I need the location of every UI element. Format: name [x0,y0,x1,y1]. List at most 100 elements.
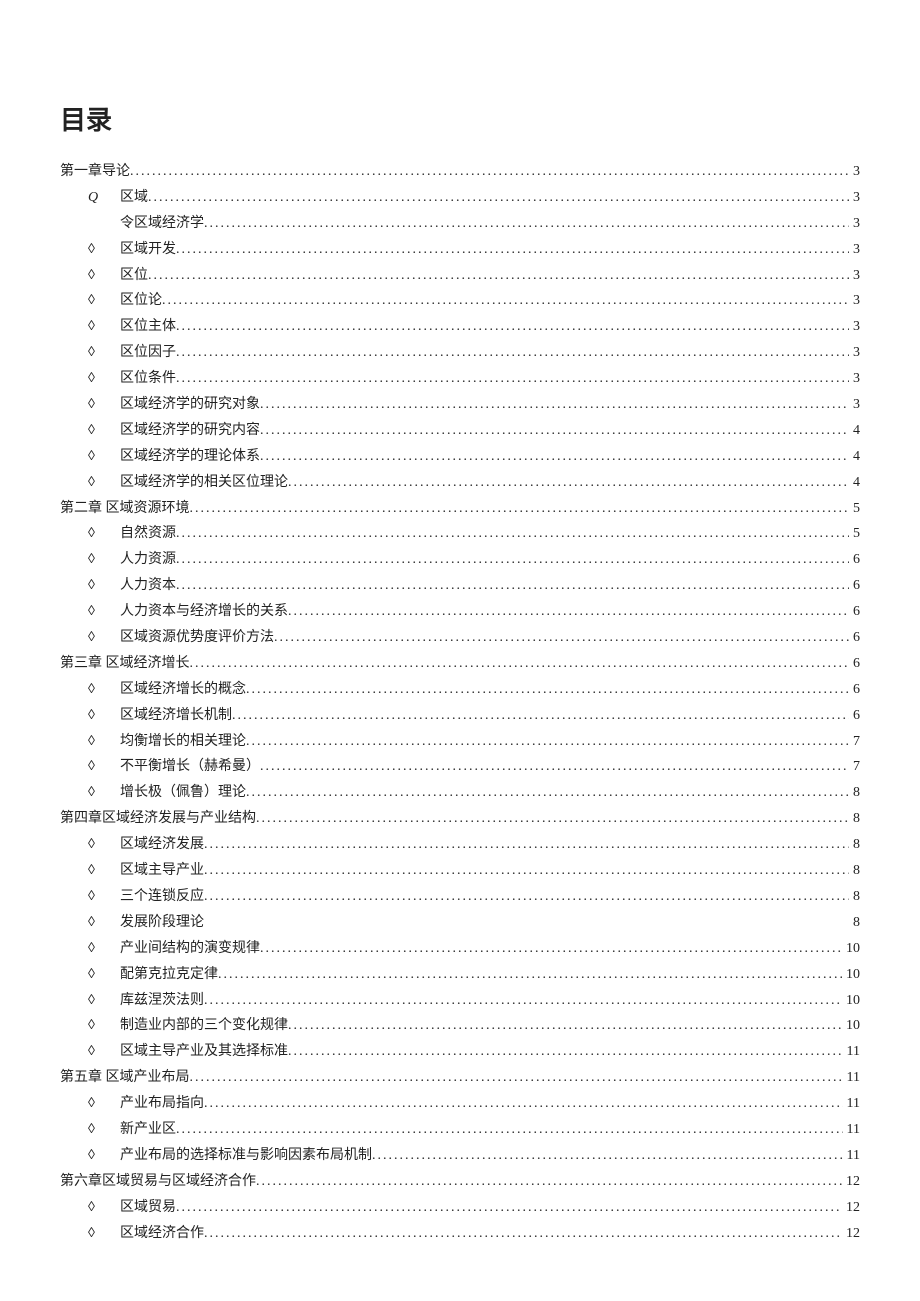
toc-entry[interactable]: 令区域经济学 3 [60,211,860,237]
toc-marker: ◊ [88,988,120,1014]
toc-entry[interactable]: ◊新产业区11 [60,1117,860,1143]
toc-entry[interactable]: ◊均衡增长的相关理论7 [60,729,860,755]
toc-label: 令区域经济学 [120,211,204,237]
toc-entry[interactable]: ◊人力资源6 [60,547,860,573]
toc-entry[interactable]: 第二章 区域资源环境 5 [60,496,860,522]
toc-marker: ◊ [88,1117,120,1143]
toc-label: 区域贸易 [120,1195,176,1221]
toc-entry[interactable]: ◊人力资本6 [60,573,860,599]
toc-entry[interactable]: ◊产业布局指向11 [60,1091,860,1117]
toc-leader-dots [204,858,849,884]
toc-marker: ◊ [88,1221,120,1247]
toc-leader-dots [260,936,842,962]
toc-page: 3 [849,314,860,340]
toc-marker: ◊ [88,263,120,289]
toc-entry[interactable]: ◊区域主导产业及其选择标准11 [60,1039,860,1065]
toc-label: 自然资源 [120,521,176,547]
toc-marker: ◊ [88,237,120,263]
toc-label: 三个连锁反应 [120,884,204,910]
toc-entry[interactable]: ◊产业布局的选择标准与影响因素布局机制11 [60,1143,860,1169]
toc-label: 产业布局指向 [120,1091,204,1117]
toc-marker: ◊ [88,1013,120,1039]
toc-entry[interactable]: ◊区位3 [60,263,860,289]
toc-entry[interactable]: ◊三个连锁反应8 [60,884,860,910]
toc-entry[interactable]: ◊区域经济增长机制6 [60,703,860,729]
toc-entry[interactable]: Q区域3 [60,185,860,211]
toc-page: 6 [849,625,860,651]
toc-entry[interactable]: 第三章 区域经济增长6 [60,651,860,677]
toc-label: 第二章 区域资源环境 [60,496,190,522]
toc-entry[interactable]: ◊区域资源优势度评价方法6 [60,625,860,651]
toc-page: 11 [843,1143,860,1169]
toc-entry[interactable]: ◊区域经济学的相关区位理论 4 [60,470,860,496]
toc-entry[interactable]: ◊产业间结构的演变规律10 [60,936,860,962]
toc-entry[interactable]: ◊区域贸易12 [60,1195,860,1221]
toc-label: 配第克拉克定律 [120,962,218,988]
toc-page: 6 [849,547,860,573]
toc-label: 区域主导产业 [120,858,204,884]
toc-entry[interactable]: ◊自然资源5 [60,521,860,547]
toc-page: 5 [849,496,860,522]
toc-marker: ◊ [88,962,120,988]
toc-leader-dots [288,470,849,496]
toc-label: 第六章区域贸易与区域经济合作 [60,1169,256,1195]
toc-entry[interactable]: ◊增长极（佩鲁）理论8 [60,780,860,806]
toc-marker: ◊ [88,444,120,470]
toc-entry[interactable]: ◊区域经济学的研究内容4 [60,418,860,444]
toc-leader-dots [190,496,850,522]
toc-leader-dots [130,159,849,185]
toc-entry[interactable]: ◊配第克拉克定律10 [60,962,860,988]
toc-entry[interactable]: ◊区位论3 [60,288,860,314]
toc-entry[interactable]: ◊区位因子3 [60,340,860,366]
toc-marker: ◊ [88,884,120,910]
toc-entry[interactable]: ◊区域经济合作12 [60,1221,860,1247]
toc-entry[interactable]: 第四章区域经济发展与产业结构8 [60,806,860,832]
toc-marker: ◊ [88,832,120,858]
toc-leader-dots [176,1195,842,1221]
toc-leader-dots [148,263,849,289]
toc-leader-dots [176,366,849,392]
toc-page: 11 [843,1117,860,1143]
toc-marker: ◊ [88,288,120,314]
toc-page: 4 [849,444,860,470]
toc-page: 3 [849,366,860,392]
toc-label: 区位因子 [120,340,176,366]
toc-leader-dots [372,1143,843,1169]
toc-label: 第五章 区域产业布局 [60,1065,190,1091]
toc-label: 区域经济学的相关区位理论 [120,470,288,496]
toc-page: 3 [849,263,860,289]
toc-entry[interactable]: ◊区位条件3 [60,366,860,392]
toc-entry[interactable]: 第一章导论3 [60,159,860,185]
toc-leader-dots [176,573,849,599]
toc-page: 8 [849,858,860,884]
toc-entry[interactable]: ◊区域经济学的理论体系4 [60,444,860,470]
toc-page: 7 [849,729,860,755]
toc-entry[interactable]: 第五章 区域产业布局11 [60,1065,860,1091]
toc-entry[interactable]: 第六章区域贸易与区域经济合作12 [60,1169,860,1195]
toc-marker: ◊ [88,470,120,496]
toc-entry[interactable]: ◊区域经济增长的概念6 [60,677,860,703]
toc-leader-dots [190,651,850,677]
toc-page: 4 [849,470,860,496]
toc-leader-dots [246,677,849,703]
toc-entry[interactable]: ◊区域经济学的研究对象3 [60,392,860,418]
toc-marker: ◊ [88,314,120,340]
toc-entry[interactable]: ◊不平衡增长（赫希曼）7 [60,754,860,780]
toc-leader-dots [260,418,849,444]
toc-leader-dots [176,521,849,547]
toc-entry[interactable]: ◊区域主导产业8 [60,858,860,884]
toc-page: 3 [849,211,860,237]
toc-entry[interactable]: ◊发展阶段理论8 [60,910,860,936]
toc-leader-dots [260,444,849,470]
toc-page: 3 [849,237,860,263]
toc-entry[interactable]: ◊区位主体3 [60,314,860,340]
toc-entry[interactable]: ◊库兹涅茨法则10 [60,988,860,1014]
toc-leader-dots [274,625,849,651]
toc-entry[interactable]: ◊人力资本与经济增长的关系6 [60,599,860,625]
toc-entry[interactable]: ◊区域开发3 [60,237,860,263]
toc-marker: ◊ [88,1143,120,1169]
toc-page: 7 [849,754,860,780]
toc-entry[interactable]: ◊制造业内部的三个变化规律10 [60,1013,860,1039]
toc-entry[interactable]: ◊区域经济发展8 [60,832,860,858]
toc-leader-dots [176,1117,843,1143]
